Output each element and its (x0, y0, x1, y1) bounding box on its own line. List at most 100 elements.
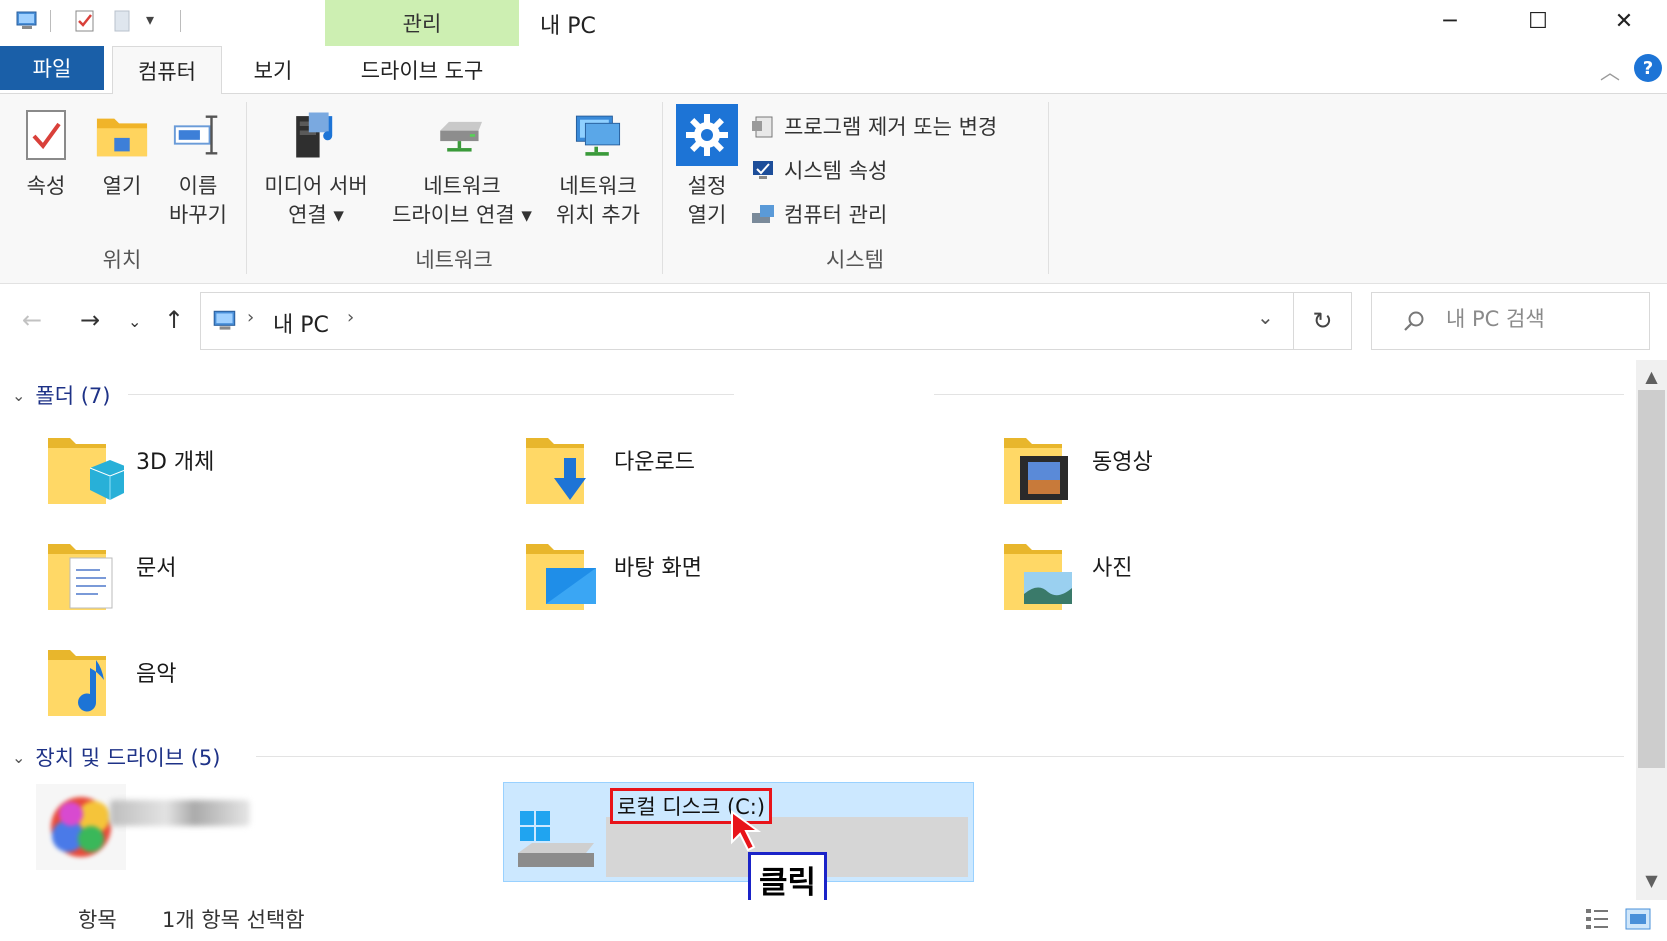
group-separator (662, 102, 663, 274)
network-drive-icon (435, 104, 489, 166)
tab-manage[interactable]: 관리 (325, 0, 519, 46)
uninstall-program-button[interactable]: 프로그램 제거 또는 변경 (750, 106, 997, 146)
new-folder-icon[interactable] (110, 8, 136, 34)
devices-section-label: 장치 및 드라이브 (5) (35, 746, 221, 770)
pictures-folder-icon (1004, 544, 1072, 610)
system-group-label: 시스템 (826, 248, 884, 272)
folder-item-documents[interactable]: 문서 (44, 534, 176, 616)
close-button[interactable]: ✕ (1580, 0, 1667, 42)
media-server-label-2: 연결 ▾ (288, 203, 344, 227)
open-button[interactable]: 열기 (90, 104, 154, 201)
minimize-button[interactable]: ─ (1406, 0, 1494, 42)
maximize-button[interactable]: ☐ (1494, 0, 1582, 42)
details-view-icon[interactable] (1584, 906, 1612, 932)
separator (50, 10, 51, 32)
location-group-label: 위치 (102, 248, 142, 272)
search-icon (1404, 311, 1424, 331)
media-server-button[interactable]: 미디어 서버 연결 ▾ (254, 104, 378, 230)
properties-check-icon[interactable] (72, 8, 98, 34)
media-server-label-1: 미디어 서버 (264, 174, 368, 198)
map-network-drive-button[interactable]: 네트워크 드라이브 연결 ▾ (384, 104, 540, 230)
search-box[interactable] (1371, 292, 1650, 350)
large-icons-view-icon[interactable] (1624, 906, 1652, 932)
ribbon-tabs: 파일 컴퓨터 보기 드라이브 도구 ︿ ? (0, 46, 1667, 95)
forward-button[interactable]: → (80, 306, 100, 334)
folder-name: 사진 (1092, 556, 1133, 581)
folder-item-videos[interactable]: 동영상 (1000, 428, 1153, 510)
status-bar: 항목 1개 항목 선택함 (0, 900, 1667, 941)
section-divider (256, 756, 1624, 757)
scroll-up-icon[interactable]: ▲ (1636, 362, 1667, 390)
rename-button[interactable]: 이름 바꾸기 (162, 104, 234, 230)
tab-file[interactable]: 파일 (0, 46, 104, 90)
status-items: 항목 (78, 908, 117, 932)
chevron-right-icon[interactable]: › (347, 307, 354, 328)
network-location-icon (571, 104, 625, 166)
downloads-folder-icon (526, 438, 586, 504)
collapse-ribbon-icon[interactable]: ︿ (1600, 56, 1620, 85)
quick-access-dropdown-icon[interactable]: ▾ (146, 10, 154, 29)
folders-section-label: 폴더 (7) (35, 384, 111, 408)
help-icon[interactable]: ? (1634, 54, 1662, 82)
device-name-blurred (110, 800, 250, 826)
chevron-down-icon: ⌄ (12, 747, 26, 767)
tab-computer[interactable]: 컴퓨터 (112, 46, 222, 95)
tab-view[interactable]: 보기 (230, 46, 316, 94)
folders-section-header[interactable]: ⌄ 폴더 (7) (12, 380, 110, 410)
chevron-down-icon: ⌄ (12, 385, 26, 405)
system-properties-label: 시스템 속성 (784, 159, 888, 183)
click-annotation: 클릭 (748, 852, 828, 907)
device-icon (51, 797, 111, 857)
scroll-down-icon[interactable]: ▼ (1636, 866, 1667, 894)
settings-label-2: 열기 (687, 203, 727, 227)
status-selected: 1개 항목 선택함 (162, 908, 305, 932)
device-item-blurred[interactable] (36, 784, 126, 870)
back-button[interactable]: ← (22, 306, 42, 334)
separator (180, 10, 181, 32)
open-settings-button[interactable]: 설정 열기 (672, 104, 742, 230)
recent-locations-dropdown[interactable]: ⌄ (128, 312, 141, 331)
address-bar[interactable]: › 내 PC › ⌄ (200, 292, 1294, 350)
desktop-folder-icon (526, 544, 596, 610)
chevron-right-icon[interactable]: › (247, 307, 254, 328)
tab-drive-tools[interactable]: 드라이브 도구 (325, 46, 519, 94)
refresh-button[interactable]: ↻ (1294, 292, 1352, 350)
add-network-location-button[interactable]: 네트워크 위치 추가 (546, 104, 650, 230)
rename-label-2: 바꾸기 (169, 203, 227, 227)
folder-item-pictures[interactable]: 사진 (1000, 534, 1132, 616)
scrollbar-thumb[interactable] (1638, 390, 1665, 768)
folder-item-downloads[interactable]: 다운로드 (522, 428, 695, 510)
computer-icon (213, 310, 236, 330)
drive-c-icon (518, 811, 594, 867)
breadcrumb-this-pc[interactable]: 내 PC (273, 307, 329, 339)
section-divider (934, 394, 1624, 395)
settings-label-1: 설정 (687, 174, 727, 198)
computer-management-button[interactable]: 컴퓨터 관리 (750, 194, 997, 234)
add-location-label-1: 네트워크 (559, 174, 637, 198)
system-properties-button[interactable]: 시스템 속성 (750, 150, 997, 190)
properties-icon (19, 104, 73, 166)
address-dropdown-icon[interactable]: ⌄ (1257, 305, 1274, 329)
videos-folder-icon (1004, 438, 1068, 504)
properties-label: 속성 (26, 174, 66, 198)
folder-item-desktop[interactable]: 바탕 화면 (522, 534, 702, 616)
folder-item-3d-objects[interactable]: 3D 개체 (44, 428, 214, 510)
map-drive-label-2: 드라이브 연결 ▾ (392, 203, 532, 227)
folder-item-music[interactable]: 음악 (44, 640, 176, 722)
folder-name: 3D 개체 (136, 450, 215, 475)
search-input[interactable] (1446, 307, 1636, 331)
system-small-buttons: 프로그램 제거 또는 변경 시스템 속성 컴퓨터 관리 (750, 106, 997, 234)
rename-icon (171, 104, 225, 166)
media-server-icon (289, 104, 343, 166)
ribbon: 속성 열기 이름 바꾸기 위치 미디어 서버 연결 ▾ 네트워크 드라이브 연결… (0, 94, 1667, 284)
documents-folder-icon (48, 544, 113, 610)
devices-section-header[interactable]: ⌄ 장치 및 드라이브 (5) (12, 742, 220, 772)
system-properties-icon (753, 161, 773, 179)
up-button[interactable]: ↑ (164, 306, 184, 334)
uninstall-icon (752, 116, 773, 138)
add-location-label-2: 위치 추가 (556, 203, 640, 227)
3d-objects-folder-icon (48, 438, 124, 504)
title-bar: ▾ 관리 내 PC ─ ☐ ✕ (0, 0, 1667, 46)
properties-button[interactable]: 속성 (14, 104, 78, 201)
mouse-pointer-icon (731, 810, 762, 852)
